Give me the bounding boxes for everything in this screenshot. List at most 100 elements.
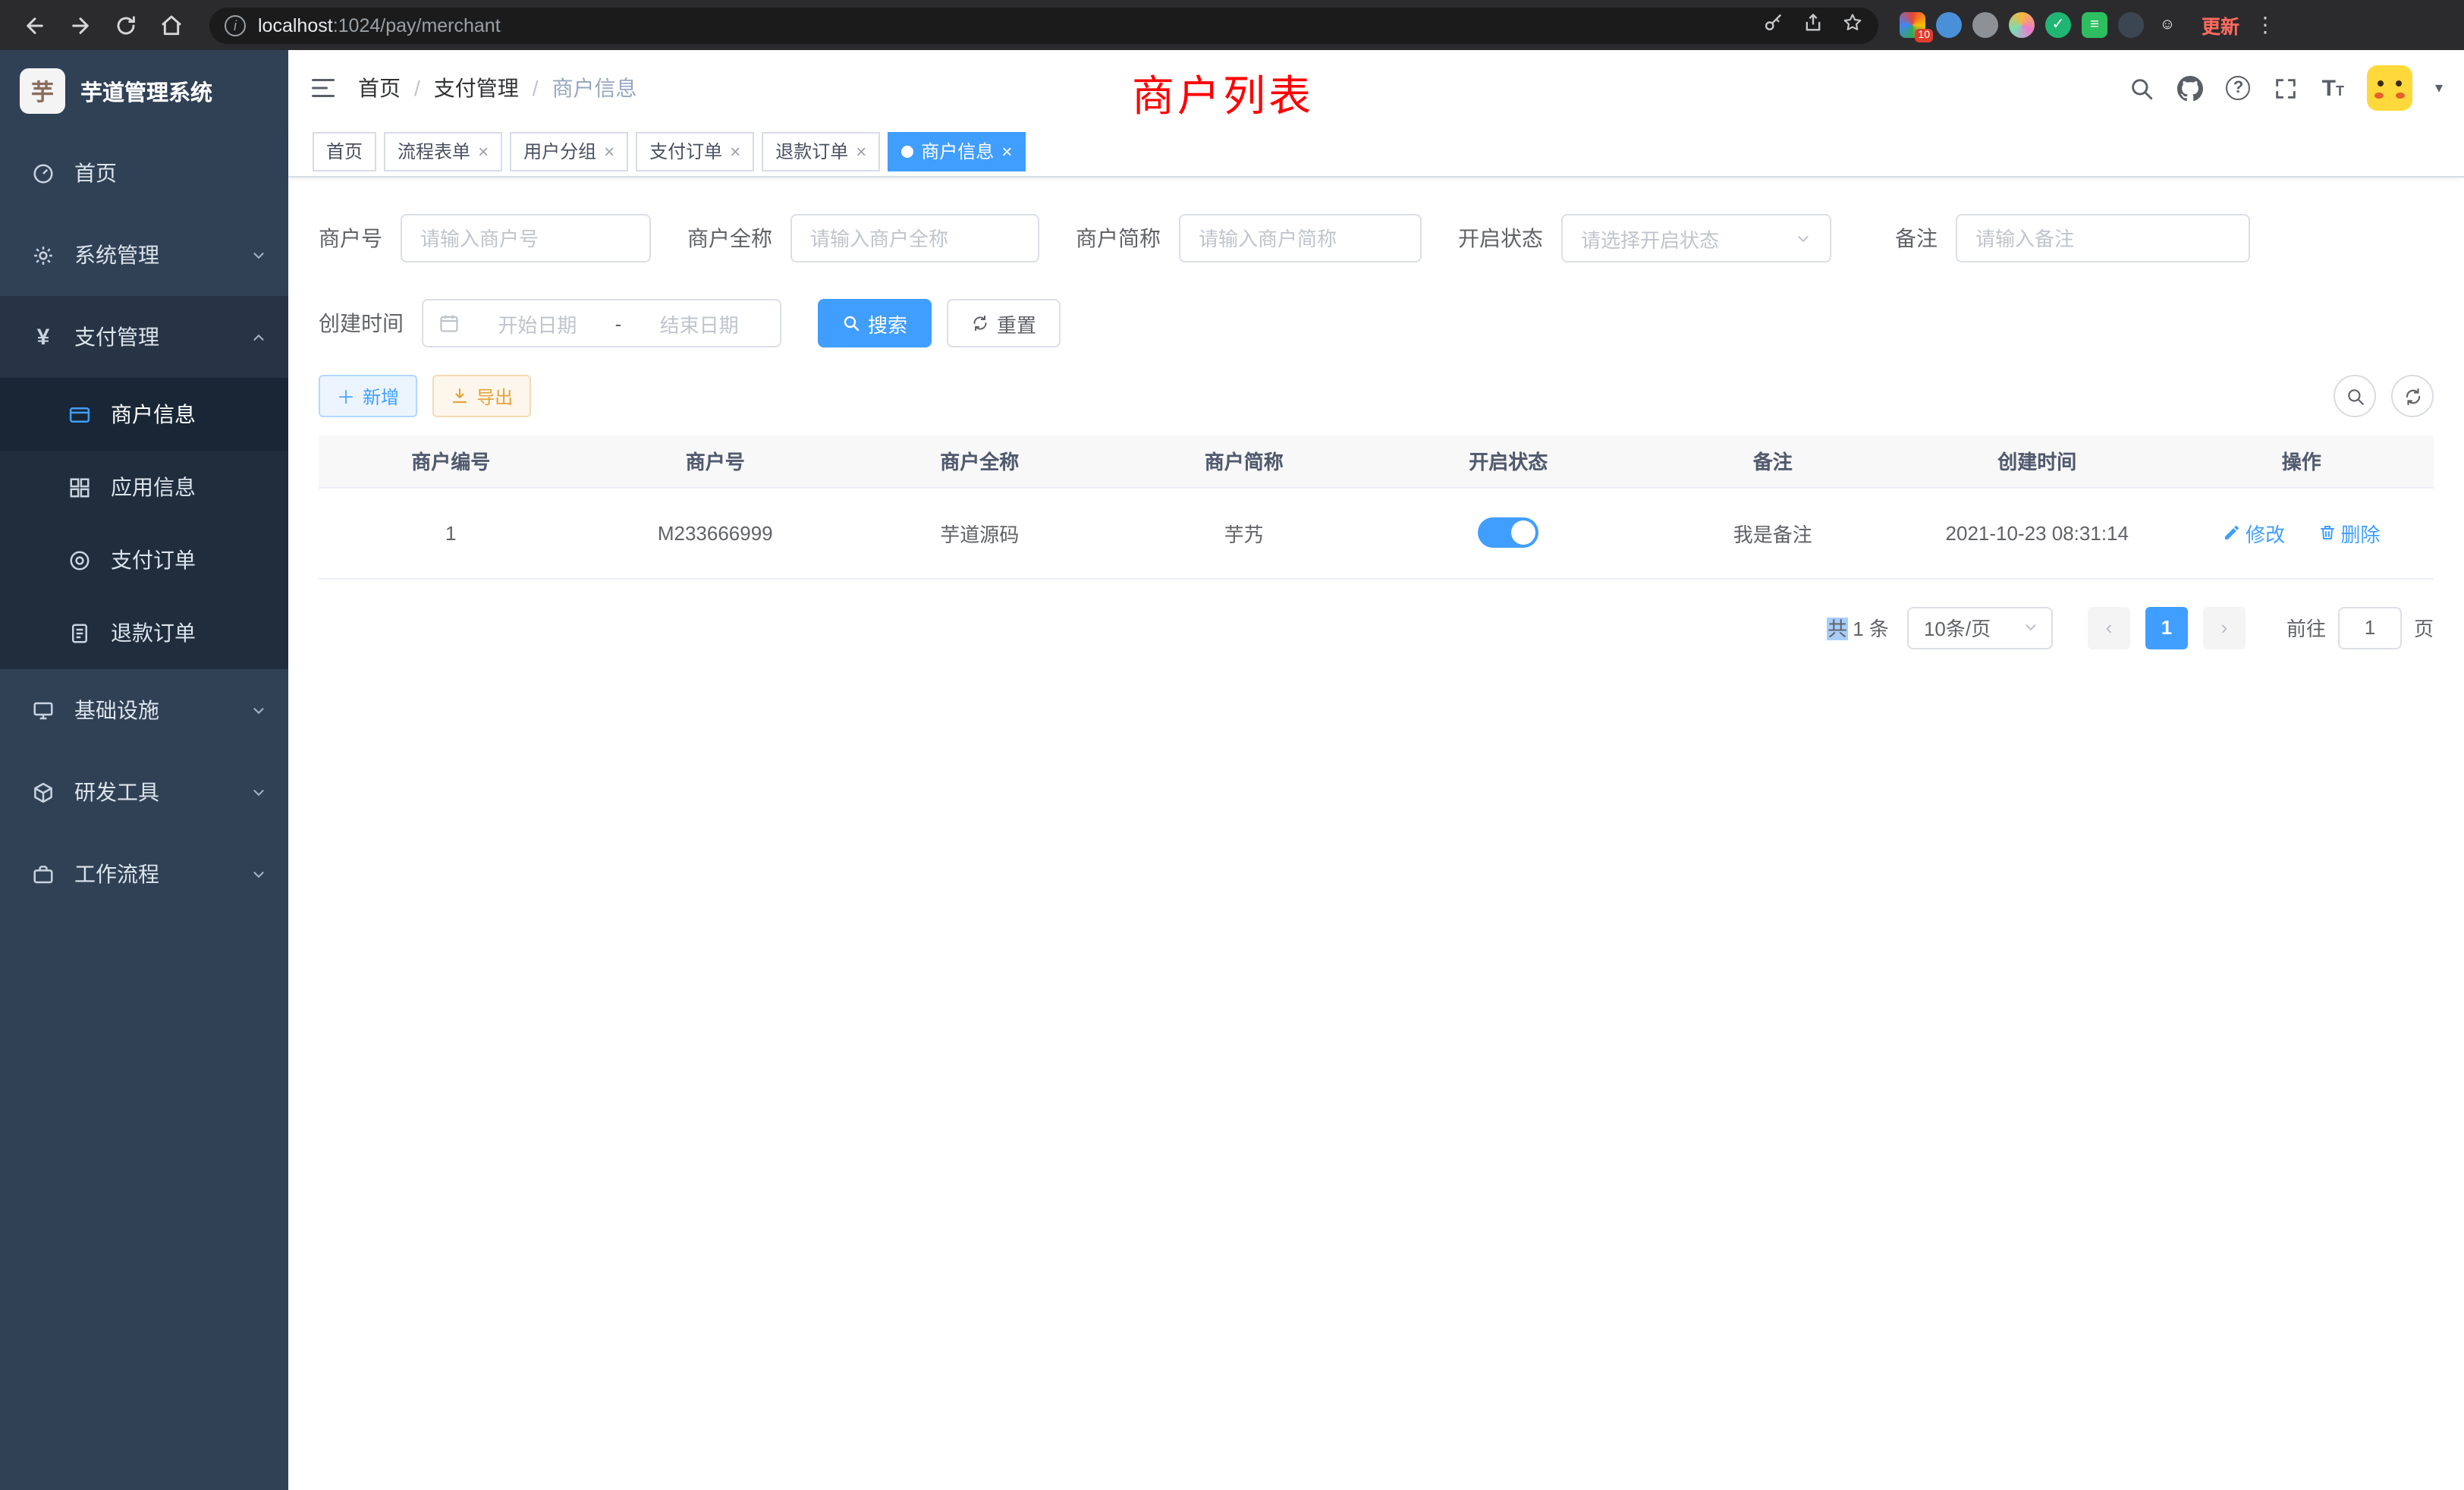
target-icon	[67, 549, 93, 571]
calendar-icon	[438, 313, 460, 334]
breadcrumb: 首页 / 支付管理 / 商户信息	[358, 73, 637, 103]
extension-icon[interactable]: 10	[1900, 12, 1925, 38]
close-icon[interactable]: ×	[1001, 140, 1012, 162]
tab-process-form[interactable]: 流程表单×	[384, 131, 502, 171]
breadcrumb-home[interactable]: 首页	[358, 73, 401, 103]
sidebar-item-payment[interactable]: ¥ 支付管理	[0, 296, 288, 378]
close-icon[interactable]: ×	[730, 140, 740, 162]
status-toggle[interactable]	[1478, 517, 1538, 548]
font-size-icon[interactable]: TT	[2322, 77, 2344, 99]
search-button[interactable]: 搜索	[818, 299, 932, 347]
cell-id: 1	[319, 487, 583, 578]
col-short-name: 商户简称	[1112, 435, 1377, 487]
browser-update-button[interactable]: 更新	[2202, 11, 2239, 39]
cell-short-name: 芋艿	[1112, 487, 1377, 578]
merchant-no-input[interactable]	[401, 214, 651, 262]
page-annotation: 商户列表	[1132, 64, 1314, 124]
cell-create-time: 2021-10-23 08:31:14	[1905, 487, 2170, 578]
sidebar-item-refund-order[interactable]: 退款订单	[0, 596, 288, 669]
bookmark-star-icon[interactable]	[1842, 12, 1863, 38]
extension-icon[interactable]	[1972, 12, 1998, 38]
sidebar-item-pay-order[interactable]: 支付订单	[0, 523, 288, 596]
extension-icon[interactable]	[2009, 12, 2035, 38]
browser-menu-icon[interactable]: ⋮	[2255, 12, 2276, 38]
tab-merchant-info[interactable]: 商户信息×	[888, 131, 1026, 171]
search-icon[interactable]	[2129, 75, 2155, 101]
document-icon	[67, 621, 93, 644]
sidebar-item-workflow[interactable]: 工作流程	[0, 833, 288, 915]
page-content: 商户号 商户全称 商户简称 开启状态 请选择开启状态	[288, 178, 2464, 649]
breadcrumb-payment[interactable]: 支付管理	[434, 73, 519, 103]
toggle-search-button[interactable]	[2334, 375, 2376, 417]
total-count: 共 1 条	[1828, 613, 1889, 642]
user-avatar[interactable]	[2367, 65, 2412, 111]
page-size-select[interactable]: 10条/页	[1907, 606, 2053, 649]
next-page-button[interactable]: ›	[2203, 606, 2246, 649]
edit-link[interactable]: 修改	[2223, 518, 2285, 547]
site-info-icon[interactable]: i	[225, 14, 246, 36]
export-button[interactable]: 导出	[432, 375, 531, 417]
remark-input[interactable]	[1956, 214, 2250, 262]
short-name-input[interactable]	[1179, 214, 1422, 262]
tag-tabs-bar: 首页 流程表单× 用户分组× 支付订单× 退款订单× 商户信息×	[288, 126, 2464, 178]
fullscreen-icon[interactable]	[2274, 75, 2299, 101]
screen: i localhost:1024/pay/merchant 10 ✓ ≡ ☺ 更…	[0, 0, 2464, 1490]
search-icon	[2345, 386, 2365, 406]
status-select[interactable]: 请选择开启状态	[1561, 214, 1831, 262]
sidebar-item-merchant-info[interactable]: 商户信息	[0, 378, 288, 451]
close-icon[interactable]: ×	[856, 140, 866, 162]
browser-home-icon[interactable]	[152, 5, 191, 45]
help-icon[interactable]: ?	[2227, 76, 2251, 100]
sidebar-item-system[interactable]: 系统管理	[0, 214, 288, 296]
close-icon[interactable]: ×	[604, 140, 614, 162]
back-icon[interactable]	[15, 5, 55, 45]
chevron-down-icon	[2022, 619, 2039, 636]
sidebar-logo[interactable]: 芋 芋道管理系统	[0, 50, 288, 132]
goto-page-input[interactable]	[2338, 606, 2402, 649]
tab-pay-order[interactable]: 支付订单×	[636, 131, 754, 171]
download-icon	[451, 387, 469, 405]
sidebar-item-devtools[interactable]: 研发工具	[0, 751, 288, 833]
extension-icon[interactable]	[1936, 12, 1962, 38]
col-merchant-no: 商户号	[583, 435, 848, 487]
merchant-table: 商户编号 商户号 商户全称 商户简称 开启状态 备注 创建时间 操作 1	[319, 435, 2434, 579]
sidebar-item-infra[interactable]: 基础设施	[0, 669, 288, 751]
refresh-table-button[interactable]	[2391, 375, 2434, 417]
full-name-input[interactable]	[790, 214, 1039, 262]
chevron-down-icon	[250, 247, 267, 263]
close-icon[interactable]: ×	[478, 140, 489, 162]
forward-icon[interactable]	[61, 5, 100, 45]
col-merchant-id: 商户编号	[319, 435, 583, 487]
page-number-button[interactable]: 1	[2145, 606, 2188, 649]
reload-icon[interactable]	[106, 5, 146, 45]
tab-home[interactable]: 首页	[313, 131, 376, 171]
sidebar-item-app-info[interactable]: 应用信息	[0, 451, 288, 523]
github-icon[interactable]	[2178, 75, 2204, 101]
date-range-picker[interactable]: 开始日期 - 结束日期	[422, 299, 781, 347]
tab-refund-order[interactable]: 退款订单×	[762, 131, 880, 171]
top-navbar: 首页 / 支付管理 / 商户信息 商户列表 ? TT ▾	[288, 50, 2464, 126]
sidebar-toggle-icon[interactable]	[310, 74, 337, 102]
share-icon[interactable]	[1802, 12, 1824, 38]
briefcase-icon	[30, 863, 56, 885]
tab-user-group[interactable]: 用户分组×	[510, 131, 628, 171]
avatar-caret-icon[interactable]: ▾	[2435, 80, 2443, 96]
reset-button[interactable]: 重置	[947, 299, 1061, 347]
prev-page-button[interactable]: ‹	[2088, 606, 2130, 649]
sidebar-item-home[interactable]: 首页	[0, 132, 288, 214]
extension-icon[interactable]: ☺	[2154, 12, 2180, 38]
address-bar[interactable]: i localhost:1024/pay/merchant	[209, 7, 1878, 43]
cell-merchant-no: M233666999	[583, 487, 848, 578]
extension-icon[interactable]: ✓	[2045, 12, 2071, 38]
chevron-down-icon	[250, 784, 267, 800]
extension-icon[interactable]: ≡	[2082, 12, 2107, 38]
extension-icon[interactable]	[2118, 12, 2144, 38]
logo-avatar: 芋	[20, 68, 65, 114]
app-title: 芋道管理系统	[80, 75, 212, 107]
navbar-actions: ? TT ▾	[2129, 65, 2443, 111]
password-key-icon[interactable]	[1763, 12, 1784, 38]
pencil-icon	[2223, 523, 2241, 542]
trash-icon	[2318, 523, 2336, 542]
add-button[interactable]: ＋ 新增	[319, 375, 417, 417]
delete-link[interactable]: 删除	[2318, 518, 2380, 547]
